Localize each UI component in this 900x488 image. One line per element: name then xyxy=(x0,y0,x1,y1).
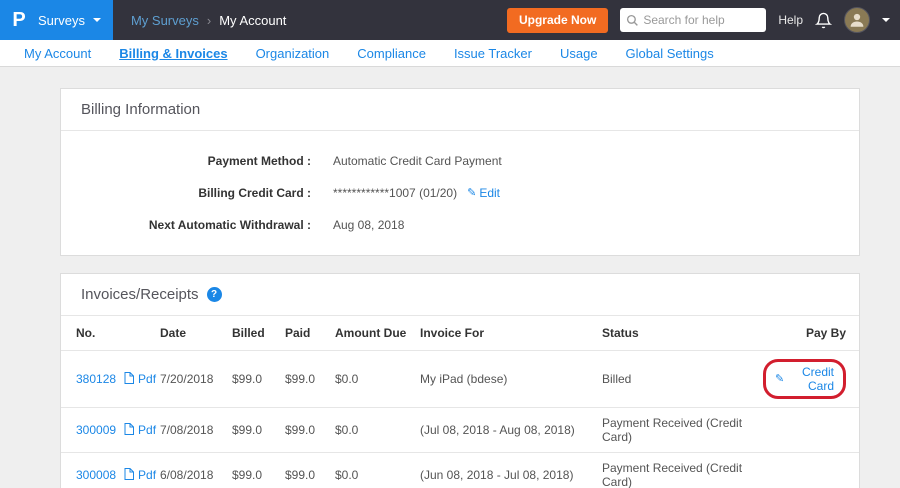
invoice-billed: $99.0 xyxy=(228,408,281,453)
account-chevron-down-icon[interactable] xyxy=(882,18,890,22)
col-date: Date xyxy=(156,316,228,351)
pdf-file-icon xyxy=(124,372,134,387)
invoice-for: My iPad (bdese) xyxy=(416,351,598,408)
billing-credit-card-value: ************1007 (01/20) xyxy=(333,186,457,200)
tab-my-account[interactable]: My Account xyxy=(10,46,105,61)
notifications-bell-icon[interactable] xyxy=(815,12,832,29)
help-icon[interactable]: ? xyxy=(207,287,222,302)
chevron-down-icon xyxy=(93,18,101,22)
col-pay-by: Pay By xyxy=(759,316,859,351)
col-amount-due: Amount Due xyxy=(331,316,416,351)
pdf-file-icon xyxy=(124,468,134,483)
pdf-file-icon xyxy=(124,423,134,438)
col-paid: Paid xyxy=(281,316,331,351)
col-invoice-for: Invoice For xyxy=(416,316,598,351)
edit-icon: ✎ xyxy=(467,188,476,199)
billing-information-body: Payment Method : Automatic Credit Card P… xyxy=(61,131,859,255)
invoice-amount-due: $0.0 xyxy=(331,351,416,408)
billing-information-header: Billing Information xyxy=(61,89,859,131)
payment-method-value: Automatic Credit Card Payment xyxy=(333,154,502,168)
invoices-table-header: No. Date Billed Paid Amount Due Invoice … xyxy=(61,316,859,351)
upgrade-now-button[interactable]: Upgrade Now xyxy=(507,8,608,33)
payment-method-row: Payment Method : Automatic Credit Card P… xyxy=(61,145,859,177)
invoice-row: 300008 Pdf 6/08/2018 $99.0 $99.0 $0.0 (J… xyxy=(61,453,859,488)
pdf-link[interactable]: Pdf xyxy=(138,423,156,437)
invoice-date: 7/08/2018 xyxy=(156,408,228,453)
search-input[interactable] xyxy=(643,13,760,27)
invoice-status: Billed xyxy=(598,351,759,408)
invoice-billed: $99.0 xyxy=(228,351,281,408)
breadcrumb-my-account: My Account xyxy=(219,13,286,28)
pdf-link[interactable]: Pdf xyxy=(138,468,156,482)
invoice-for: (Jul 08, 2018 - Aug 08, 2018) xyxy=(416,408,598,453)
topbar-actions: Upgrade Now Help xyxy=(507,7,900,33)
avatar[interactable] xyxy=(844,7,870,33)
invoice-billed: $99.0 xyxy=(228,453,281,488)
invoice-row: 380128 Pdf 7/20/2018 $99.0 $99.0 $0.0 My… xyxy=(61,351,859,408)
help-link[interactable]: Help xyxy=(778,13,803,27)
invoice-amount-due: $0.0 xyxy=(331,408,416,453)
invoice-number-link[interactable]: 300009 xyxy=(76,423,116,437)
invoice-pay-by xyxy=(759,408,859,453)
invoices-receipts-header: Invoices/Receipts ? xyxy=(61,274,859,316)
invoice-row: 300009 Pdf 7/08/2018 $99.0 $99.0 $0.0 (J… xyxy=(61,408,859,453)
invoice-status: Payment Received (Credit Card) xyxy=(598,453,759,488)
help-search-box[interactable] xyxy=(620,8,766,32)
tab-global-settings[interactable]: Global Settings xyxy=(612,46,728,61)
pay-by-credit-card-link[interactable]: Credit Card xyxy=(788,365,834,393)
next-withdrawal-value: Aug 08, 2018 xyxy=(333,218,404,232)
billing-information-card: Billing Information Payment Method : Aut… xyxy=(60,88,860,256)
tab-compliance[interactable]: Compliance xyxy=(343,46,440,61)
invoice-pay-by xyxy=(759,453,859,488)
edit-credit-card[interactable]: ✎ Edit xyxy=(467,186,500,200)
breadcrumb-my-surveys[interactable]: My Surveys xyxy=(131,13,199,28)
invoice-for: (Jun 08, 2018 - Jul 08, 2018) xyxy=(416,453,598,488)
col-status: Status xyxy=(598,316,759,351)
next-withdrawal-row: Next Automatic Withdrawal : Aug 08, 2018 xyxy=(61,209,859,241)
product-switcher[interactable]: P Surveys xyxy=(0,0,113,40)
search-icon xyxy=(626,14,639,27)
col-billed: Billed xyxy=(228,316,281,351)
invoice-paid: $99.0 xyxy=(281,453,331,488)
tab-usage[interactable]: Usage xyxy=(546,46,612,61)
breadcrumb: My Surveys › My Account xyxy=(131,13,286,28)
tab-billing-invoices[interactable]: Billing & Invoices xyxy=(105,46,241,61)
col-no: No. xyxy=(61,316,156,351)
billing-information-title: Billing Information xyxy=(81,101,200,118)
main-content: Billing Information Payment Method : Aut… xyxy=(0,67,900,488)
pdf-link[interactable]: Pdf xyxy=(138,372,156,386)
account-nav-tabs: My Account Billing & Invoices Organizati… xyxy=(0,40,900,67)
billing-credit-card-label: Billing Credit Card : xyxy=(61,186,311,200)
topbar: P Surveys My Surveys › My Account Upgrad… xyxy=(0,0,900,40)
invoices-table: No. Date Billed Paid Amount Due Invoice … xyxy=(61,316,859,488)
invoice-status: Payment Received (Credit Card) xyxy=(598,408,759,453)
tab-issue-tracker[interactable]: Issue Tracker xyxy=(440,46,546,61)
invoice-paid: $99.0 xyxy=(281,351,331,408)
edit-icon: ✎ xyxy=(775,374,784,385)
breadcrumb-separator-icon: › xyxy=(207,13,211,28)
billing-credit-card-row: Billing Credit Card : ************1007 (… xyxy=(61,177,859,209)
invoice-number-link[interactable]: 380128 xyxy=(76,372,116,386)
invoices-receipts-title: Invoices/Receipts xyxy=(81,286,199,303)
invoice-number-link[interactable]: 300008 xyxy=(76,468,116,482)
invoice-paid: $99.0 xyxy=(281,408,331,453)
tab-organization[interactable]: Organization xyxy=(242,46,344,61)
invoice-amount-due: $0.0 xyxy=(331,453,416,488)
product-label: Surveys xyxy=(38,13,85,28)
invoices-receipts-card: Invoices/Receipts ? No. Date Billed Paid… xyxy=(60,273,860,488)
edit-credit-card-link[interactable]: Edit xyxy=(479,186,500,200)
invoice-date: 7/20/2018 xyxy=(156,351,228,408)
highlight-annotation: ✎ Credit Card xyxy=(763,359,846,399)
app-logo[interactable]: P xyxy=(0,0,38,40)
next-withdrawal-label: Next Automatic Withdrawal : xyxy=(61,218,311,232)
invoice-date: 6/08/2018 xyxy=(156,453,228,488)
payment-method-label: Payment Method : xyxy=(61,154,311,168)
